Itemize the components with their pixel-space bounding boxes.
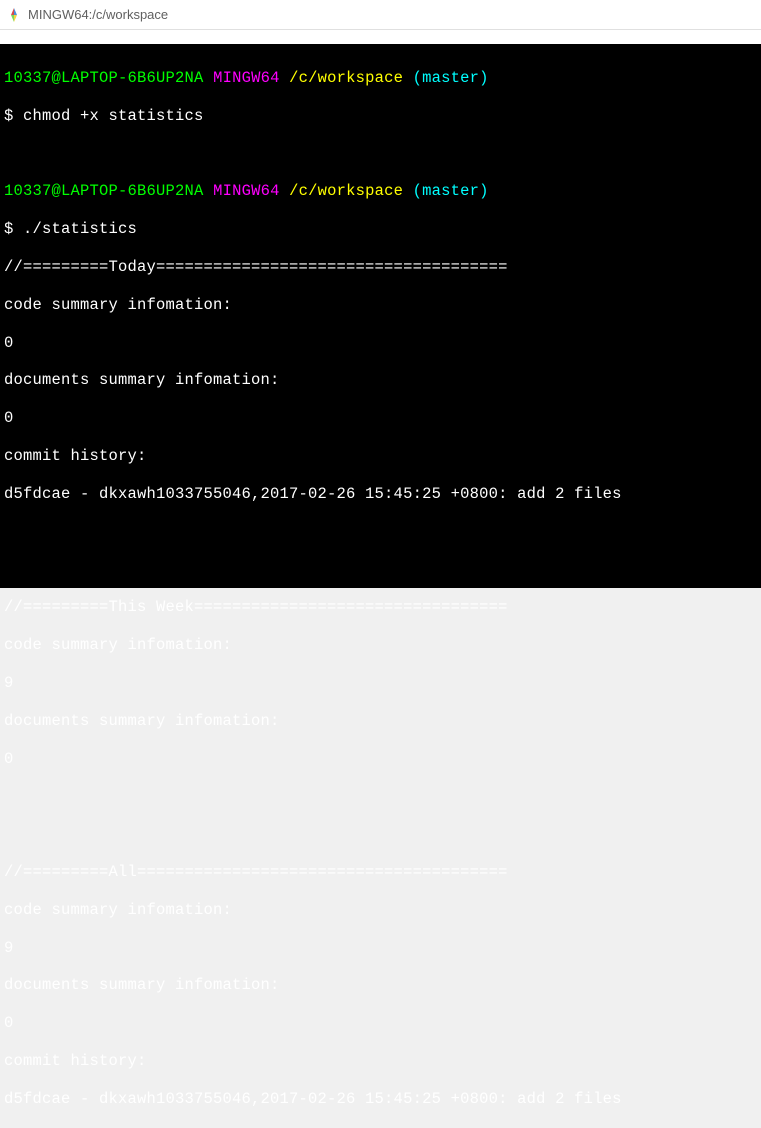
user-host: 10337@LAPTOP-6B6UP2NA (4, 69, 204, 87)
output-line: code summary infomation: (0, 636, 761, 655)
output-line: commit history: (0, 1052, 761, 1071)
output-line: code summary infomation: (0, 296, 761, 315)
output-line: documents summary infomation: (0, 976, 761, 995)
env-label: MINGW64 (213, 182, 280, 200)
prompt-symbol: $ (4, 220, 14, 238)
output-line: 9 (0, 674, 761, 693)
output-line: d5fdcae - dkxawh1033755046,2017-02-26 15… (0, 485, 761, 504)
user-host: 10337@LAPTOP-6B6UP2NA (4, 182, 204, 200)
blank-line (0, 145, 761, 164)
command-line-1: $ chmod +x statistics (0, 107, 761, 126)
output-line: documents summary infomation: (0, 371, 761, 390)
output-line: 9 (0, 939, 761, 958)
env-label: MINGW64 (213, 69, 280, 87)
output-line: 0 (0, 409, 761, 428)
blank-line (0, 787, 761, 806)
command-text: chmod +x statistics (23, 107, 204, 125)
branch: (master) (413, 182, 489, 200)
prompt-line-1: 10337@LAPTOP-6B6UP2NA MINGW64 /c/workspa… (0, 69, 761, 88)
app-icon (6, 7, 22, 23)
blank-line (0, 825, 761, 844)
command-text: ./statistics (23, 220, 137, 238)
output-line: //=========This Week====================… (0, 598, 761, 617)
output-line: //=========All==========================… (0, 863, 761, 882)
blank-line (0, 523, 761, 542)
terminal-area[interactable]: 10337@LAPTOP-6B6UP2NA MINGW64 /c/workspa… (0, 44, 761, 588)
output-line: 0 (0, 750, 761, 769)
output-line: //=========Today========================… (0, 258, 761, 277)
output-line: 0 (0, 334, 761, 353)
output-line: commit history: (0, 447, 761, 466)
output-line: documents summary infomation: (0, 712, 761, 731)
blank-line (0, 560, 761, 579)
command-line-2: $ ./statistics (0, 220, 761, 239)
output-line: code summary infomation: (0, 901, 761, 920)
output-line: 0 (0, 1014, 761, 1033)
prompt-symbol: $ (4, 107, 14, 125)
prompt-line-2: 10337@LAPTOP-6B6UP2NA MINGW64 /c/workspa… (0, 182, 761, 201)
output-line: d5fdcae - dkxawh1033755046,2017-02-26 15… (0, 1090, 761, 1109)
title-gap (0, 30, 761, 44)
window-title: MINGW64:/c/workspace (28, 7, 168, 22)
branch: (master) (413, 69, 489, 87)
window-title-bar: MINGW64:/c/workspace (0, 0, 761, 30)
cwd: /c/workspace (289, 69, 403, 87)
cwd: /c/workspace (289, 182, 403, 200)
